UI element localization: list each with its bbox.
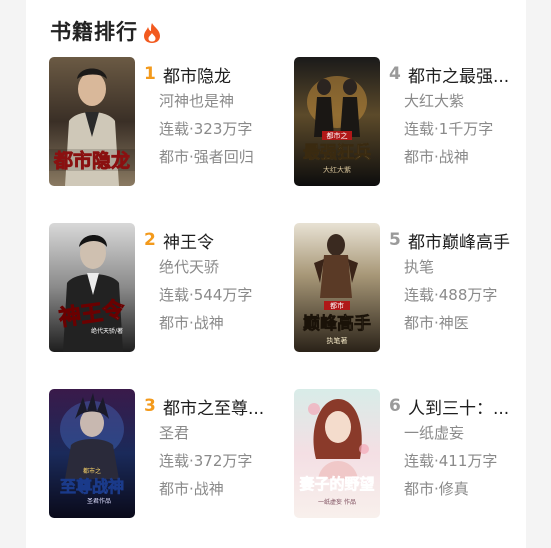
book-cover[interactable]: 都市之 至尊战神 圣君作品 <box>49 389 135 518</box>
book-ranking-card: 书籍排行 都市隐龙 1 都市隐龙 河神也是神 连载·323万字 都市·强者回归 … <box>26 0 526 548</box>
book-status: 连载·323万字 <box>159 120 253 138</box>
book-info: 3 都市之至尊... 圣君 连载·372万字 都市·战神 <box>144 393 284 503</box>
book-genre: 都市·神医 <box>404 314 469 332</box>
book-cover[interactable]: 都市之 最强狂兵 大红大紫 <box>294 57 380 186</box>
book-title[interactable]: 都市之至尊... <box>163 394 264 419</box>
book-cover[interactable]: 都市隐龙 <box>49 57 135 186</box>
cover-author: 圣君作品 <box>87 497 111 505</box>
book-item[interactable]: 都市之 最强狂兵 大红大紫 4 都市之最强... 大红大紫 连载·1千万字 都市… <box>294 57 529 187</box>
cover-author: 执笔著 <box>327 336 348 345</box>
svg-text:都市之: 都市之 <box>327 131 348 140</box>
cover-title: 都市隐龙 <box>53 149 130 172</box>
book-author: 河神也是神 <box>159 92 235 110</box>
book-info: 2 神王令 绝代天骄 连载·544万字 都市·战神 <box>144 227 284 337</box>
book-author: 绝代天骄 <box>159 258 220 276</box>
book-author: 一纸虚妄 <box>404 424 465 442</box>
svg-text:至尊战神: 至尊战神 <box>60 477 124 496</box>
book-genre: 都市·修真 <box>404 480 469 498</box>
fire-icon <box>142 22 162 44</box>
book-item[interactable]: 都市隐龙 1 都市隐龙 河神也是神 连载·323万字 都市·强者回归 <box>49 57 284 187</box>
book-title[interactable]: 都市隐龙 <box>163 62 231 87</box>
book-item[interactable]: 神王令 绝代天骄/著 2 神王令 绝代天骄 连载·544万字 都市·战神 <box>49 223 284 353</box>
rank-number: 5 <box>389 230 401 250</box>
book-cover[interactable]: 妻子的野望 一纸虚妄 作品 <box>294 389 380 518</box>
cover-author: 大红大紫 <box>323 165 351 174</box>
book-title[interactable]: 人到三十：... <box>408 394 509 419</box>
book-status: 连载·544万字 <box>159 286 253 304</box>
svg-text:都市: 都市 <box>330 301 344 310</box>
book-item[interactable]: 都市之 至尊战神 圣君作品 3 都市之至尊... 圣君 连载·372万字 都市·… <box>49 389 284 519</box>
book-genre: 都市·强者回归 <box>159 148 254 166</box>
book-genre: 都市·战神 <box>404 148 469 166</box>
rank-number: 4 <box>389 64 401 84</box>
book-status: 连载·488万字 <box>404 286 498 304</box>
book-author: 执笔 <box>404 258 435 276</box>
book-title[interactable]: 神王令 <box>163 228 214 253</box>
section-header: 书籍排行 <box>50 15 162 47</box>
book-info: 6 人到三十：... 一纸虚妄 连载·411万字 都市·修真 <box>389 393 529 503</box>
book-cover[interactable]: 神王令 绝代天骄/著 <box>49 223 135 352</box>
book-status: 连载·372万字 <box>159 452 253 470</box>
book-info: 4 都市之最强... 大红大紫 连载·1千万字 都市·战神 <box>389 61 529 171</box>
book-item[interactable]: 妻子的野望 一纸虚妄 作品 6 人到三十：... 一纸虚妄 连载·411万字 都… <box>294 389 529 519</box>
book-cover[interactable]: 都市 巅峰高手 执笔著 <box>294 223 380 352</box>
section-title: 书籍排行 <box>50 20 138 44</box>
cover-author: 绝代天骄/著 <box>91 327 123 335</box>
book-status: 连载·1千万字 <box>404 120 494 138</box>
book-genre: 都市·战神 <box>159 314 224 332</box>
svg-text:巅峰高手: 巅峰高手 <box>303 313 371 334</box>
rank-number: 1 <box>144 64 156 84</box>
book-item[interactable]: 都市 巅峰高手 执笔著 5 都市巅峰高手 执笔 连载·488万字 都市·神医 <box>294 223 529 353</box>
book-status: 连载·411万字 <box>404 452 498 470</box>
svg-text:最强狂兵: 最强狂兵 <box>303 142 371 163</box>
rank-number: 6 <box>389 396 401 416</box>
book-genre: 都市·战神 <box>159 480 224 498</box>
book-info: 1 都市隐龙 河神也是神 连载·323万字 都市·强者回归 <box>144 61 284 171</box>
rank-number: 2 <box>144 230 156 250</box>
book-author: 圣君 <box>159 424 190 442</box>
book-info: 5 都市巅峰高手 执笔 连载·488万字 都市·神医 <box>389 227 529 337</box>
cover-title: 妻子的野望 <box>299 475 374 493</box>
rank-number: 3 <box>144 396 156 416</box>
book-title[interactable]: 都市巅峰高手 <box>408 228 510 253</box>
book-author: 大红大紫 <box>404 92 465 110</box>
book-title[interactable]: 都市之最强... <box>408 62 509 87</box>
cover-author: 一纸虚妄 作品 <box>318 498 356 506</box>
svg-text:都市之: 都市之 <box>83 467 101 475</box>
